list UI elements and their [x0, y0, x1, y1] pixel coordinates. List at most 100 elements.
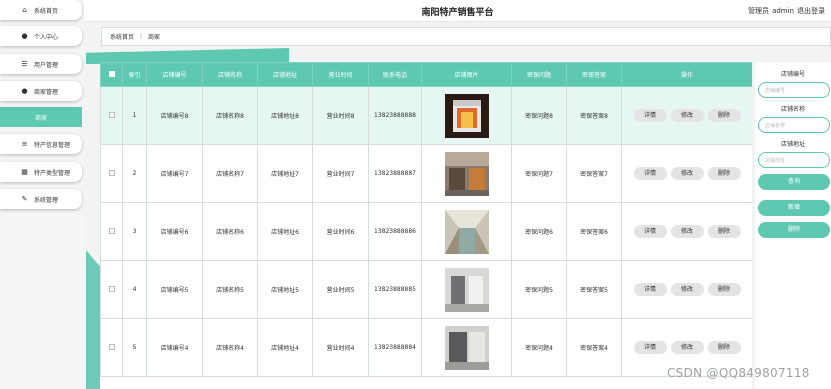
column-header: 店铺编号	[146, 62, 203, 87]
cell-actions: 详情 修改 删除	[621, 86, 752, 145]
logout-link[interactable]: 退出登录	[797, 7, 825, 15]
shop-code-input[interactable]: 店铺编号	[758, 82, 830, 98]
cell-shop-name: 店铺名称8	[202, 86, 258, 145]
edit-button[interactable]: 修改	[670, 167, 704, 180]
cell-shop-name: 店铺名称4	[202, 318, 258, 377]
watermark: CSDN @QQ849807118	[667, 366, 810, 380]
cell-hours: 营业时间5	[312, 260, 369, 319]
cell-phone: 13823888887	[368, 144, 422, 203]
sidebar-item-merchant[interactable]: 商家	[0, 107, 82, 127]
batch-delete-button[interactable]: 删除	[758, 222, 830, 238]
cell-shop-code: 店铺编号5	[146, 260, 203, 319]
decorative-stripe	[86, 250, 100, 389]
row-select-cell	[100, 318, 123, 377]
shop-name-label: 店铺名称	[780, 106, 805, 113]
column-header: 操作	[621, 62, 752, 87]
cell-shop-address: 店铺地址8	[257, 86, 313, 145]
sidebar-item-profile[interactable]: ● 个人中心	[0, 26, 82, 46]
detail-button[interactable]: 详情	[633, 225, 667, 238]
column-header: 店铺图片	[421, 62, 512, 87]
cell-actions: 详情 修改 删除	[621, 202, 752, 261]
breadcrumb-separator: ⋮	[138, 33, 145, 40]
sidebar: ⌂ 系统首页 ● 个人中心 ☰ 用户管理 ● 商家管理 商家 ≡ 特产信息管理 …	[0, 0, 84, 389]
cell-image	[421, 144, 512, 203]
row-checkbox[interactable]	[108, 111, 115, 118]
breadcrumb-home[interactable]: 系统首页	[110, 32, 134, 41]
row-checkbox[interactable]	[108, 169, 115, 176]
sidebar-item-merchant-mgmt[interactable]: ● 商家管理	[0, 81, 82, 101]
sidebar-item-label: 用户管理	[34, 61, 59, 69]
column-header: 联系电话	[368, 62, 422, 87]
cell-security-answer: 密保答案6	[566, 202, 622, 261]
sidebar-item-home[interactable]: ⌂ 系统首页	[0, 0, 82, 20]
sidebar-item-label: 商家管理	[34, 88, 59, 96]
delete-button[interactable]: 删除	[707, 167, 741, 180]
cell-shop-address: 店铺地址4	[257, 318, 313, 377]
add-button[interactable]: 新增	[758, 200, 830, 216]
home-icon: ⌂	[22, 6, 27, 14]
row-checkbox[interactable]	[108, 343, 115, 350]
merchant-table: 索引 店铺编号 店铺名称 店铺地址 营业时间 联系电话 店铺图片 密保问题 密保…	[100, 62, 752, 389]
sidebar-item-product-type[interactable]: ▦ 特产类型管理	[0, 162, 82, 182]
sidebar-item-label: 商家	[34, 114, 47, 122]
cell-security-question: 密保问题8	[511, 86, 567, 145]
delete-button[interactable]: 删除	[707, 283, 741, 296]
detail-button[interactable]: 详情	[633, 341, 667, 354]
edit-button[interactable]: 修改	[670, 109, 704, 122]
edit-button[interactable]: 修改	[670, 341, 704, 354]
cell-actions: 详情 修改 删除	[621, 144, 752, 203]
shop-address-input[interactable]: 店铺地址	[758, 152, 830, 168]
delete-button[interactable]: 删除	[707, 341, 741, 354]
table-row[interactable]: 5 店铺编号4 店铺名称4 店铺地址4 营业时间4 13823888884 密保…	[100, 318, 752, 377]
sidebar-item-product-info[interactable]: ≡ 特产信息管理	[0, 134, 82, 154]
detail-button[interactable]: 详情	[633, 167, 667, 180]
detail-button[interactable]: 详情	[633, 283, 667, 296]
settings-icon: ✎	[21, 195, 28, 203]
sidebar-item-label: 个人中心	[34, 33, 59, 41]
column-header: 店铺名称	[202, 62, 258, 87]
edit-button[interactable]: 修改	[670, 225, 704, 238]
table-row[interactable]: 2 店铺编号7 店铺名称7 店铺地址7 营业时间7 13823888887 密保…	[100, 144, 752, 203]
user-icon: ●	[21, 32, 28, 40]
row-checkbox[interactable]	[108, 285, 115, 292]
cell-security-question: 密保问题4	[511, 318, 567, 377]
top-header: 南阳特产销售平台 管理员 admin 退出登录	[84, 0, 831, 22]
user-icon: ●	[21, 87, 28, 95]
cell-image	[421, 202, 512, 261]
edit-button[interactable]: 修改	[670, 283, 704, 296]
cell-index: 2	[122, 144, 147, 203]
row-checkbox[interactable]	[108, 227, 115, 234]
shop-name-input[interactable]: 店铺名称	[758, 117, 830, 133]
table-row[interactable]: 1 店铺编号8 店铺名称8 店铺地址8 营业时间8 13823888888 密保…	[100, 86, 752, 145]
delete-button[interactable]: 删除	[707, 225, 741, 238]
cell-image	[421, 86, 512, 145]
cell-security-question: 密保问题5	[511, 260, 567, 319]
sidebar-item-users[interactable]: ☰ 用户管理	[0, 54, 82, 74]
row-select-cell	[100, 86, 123, 145]
delete-button[interactable]: 删除	[707, 109, 741, 122]
cell-shop-address: 店铺地址7	[257, 144, 313, 203]
username: admin	[772, 7, 794, 15]
sidebar-item-label: 特产类型管理	[34, 169, 71, 177]
cell-hours: 营业时间6	[312, 202, 369, 261]
cell-index: 3	[122, 202, 147, 261]
select-all-checkbox[interactable]	[108, 70, 115, 77]
breadcrumb-current: 商家	[148, 34, 161, 41]
cell-hours: 营业时间7	[312, 144, 369, 203]
shop-image	[444, 325, 489, 370]
table-row[interactable]: 3 店铺编号6 店铺名称6 店铺地址6 营业时间6 13823888886 密保…	[100, 202, 752, 261]
cell-index: 5	[122, 318, 147, 377]
cell-hours: 营业时间4	[312, 318, 369, 377]
cell-shop-code: 店铺编号7	[146, 144, 203, 203]
shop-image	[444, 267, 489, 312]
table-row[interactable]: 4 店铺编号5 店铺名称5 店铺地址5 营业时间5 13823888885 密保…	[100, 260, 752, 319]
row-select-cell	[100, 260, 123, 319]
select-all-header	[100, 62, 123, 87]
shop-code-label: 店铺编号	[780, 71, 805, 78]
sidebar-item-system[interactable]: ✎ 系统管理	[0, 189, 82, 209]
query-button[interactable]: 查询	[758, 174, 830, 190]
sidebar-item-label: 特产信息管理	[34, 141, 71, 149]
user-role: 管理员	[748, 7, 770, 15]
column-header: 密保答案	[566, 62, 622, 87]
detail-button[interactable]: 详情	[633, 109, 667, 122]
